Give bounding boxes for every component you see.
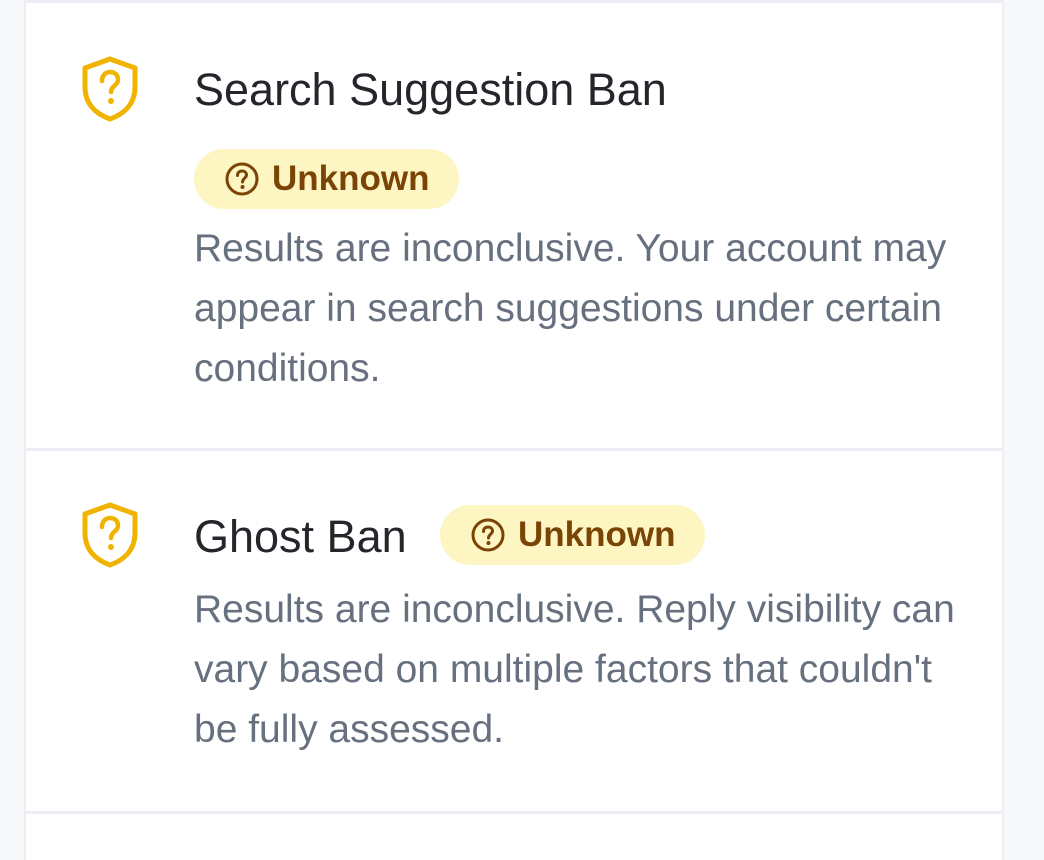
shield-question-icon [82,502,138,568]
check-item-ghost-ban: Ghost Ban Unknown Results are inconclusi… [26,451,1002,811]
check-title: Ghost Ban [194,511,407,562]
divider [26,811,1002,814]
check-description: Results are inconclusive. Your account m… [194,227,947,390]
question-circle-icon [471,518,505,552]
check-item-search-suggestion-ban: Search Suggestion Ban Unknown Results ar… [26,3,1002,448]
status-badge-label: Unknown [272,159,430,198]
shield-question-icon [82,56,138,122]
question-circle-icon [225,162,259,196]
status-badge-label: Unknown [518,515,676,554]
check-title: Search Suggestion Ban [194,64,667,115]
check-description: Results are inconclusive. Reply visibili… [194,588,955,751]
status-badge: Unknown [194,149,460,209]
status-badge: Unknown [440,505,706,565]
results-card: Search Suggestion Ban Unknown Results ar… [24,0,1004,860]
